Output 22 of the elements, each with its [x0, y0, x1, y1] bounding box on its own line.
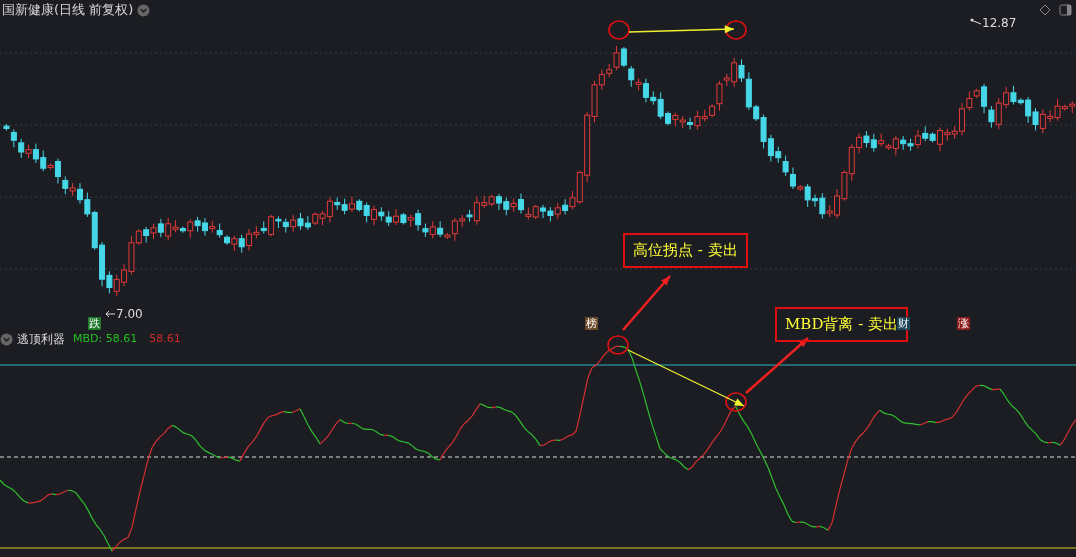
marker-circle: [608, 20, 630, 40]
panel-icon[interactable]: [1059, 4, 1072, 16]
chart-title: 国新健康(日线 前复权): [2, 1, 134, 19]
annotation-label: 高位拐点 - 卖出: [623, 233, 748, 268]
signal-tag: 财: [897, 317, 910, 330]
marker-circle: [607, 335, 629, 355]
pointer-arrow: [622, 275, 671, 331]
marker-circle: [725, 392, 747, 412]
marker-circle: [725, 20, 747, 40]
dropdown-icon[interactable]: [0, 332, 13, 346]
signal-tag: 榜: [585, 317, 598, 330]
indicator-name: 逃顶利器: [17, 333, 65, 345]
price-label: 12.87: [982, 16, 1017, 30]
indicator-value: 58.61: [149, 333, 181, 345]
price-label: 7.00: [116, 307, 143, 321]
pointer-arrow: [745, 337, 809, 394]
indicator-value: MBD: 58.61: [73, 333, 138, 345]
signal-tag: 跌: [88, 317, 101, 330]
signal-tag: 涨: [957, 317, 970, 330]
diamond-icon[interactable]: [1039, 4, 1051, 16]
arrow-icon: [104, 309, 116, 319]
dropdown-icon[interactable]: [137, 3, 151, 17]
